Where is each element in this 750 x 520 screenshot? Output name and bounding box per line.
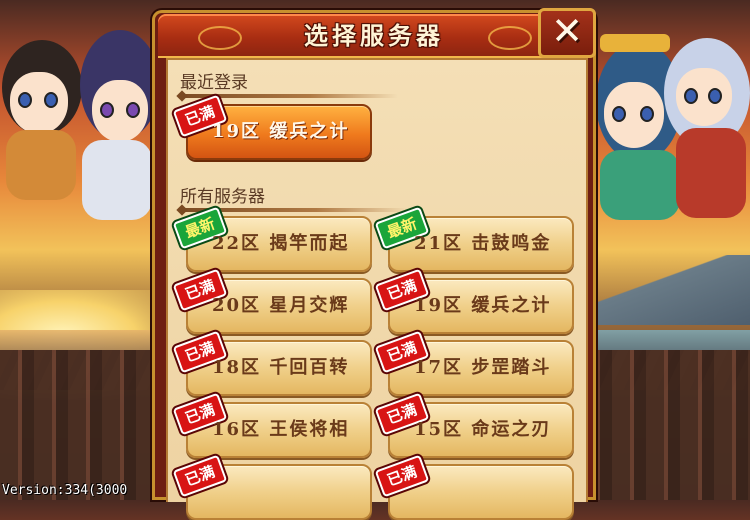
server-button-21[interactable]: 最新 21区 击鼓鸣金 <box>374 206 574 272</box>
server-button-15[interactable]: 已满 15区 命运之刃 <box>374 392 574 458</box>
server-name: 19区 缓兵之计 <box>414 295 552 316</box>
server-name: 19区 缓兵之计 <box>212 121 350 142</box>
recent-server-button[interactable]: 已满 19区 缓兵之计 <box>172 94 372 160</box>
server-button-20[interactable]: 已满 20区 星月交辉 <box>172 268 372 334</box>
server-button-13[interactable]: 已满 <box>374 454 574 520</box>
version-label: Version:334(3000 <box>2 483 128 498</box>
server-name <box>414 466 564 518</box>
server-button-19[interactable]: 已满 19区 缓兵之计 <box>374 268 574 334</box>
close-button[interactable]: ✕ <box>538 8 596 58</box>
dialog-header: 选择服务器 <box>158 14 590 58</box>
mountains <box>580 255 750 325</box>
server-name: 22区 揭竿而起 <box>212 233 350 254</box>
server-button-18[interactable]: 已满 18区 千回百转 <box>172 330 372 396</box>
server-name: 16区 王侯将相 <box>212 419 350 440</box>
server-button-16[interactable]: 已满 16区 王侯将相 <box>172 392 372 458</box>
server-name: 18区 千回百转 <box>212 357 350 378</box>
close-x-icon: ✕ <box>551 9 583 53</box>
server-button-17[interactable]: 已满 17区 步罡踏斗 <box>374 330 574 396</box>
server-name <box>212 466 362 518</box>
server-button-14[interactable]: 已满 <box>172 454 372 520</box>
server-name: 21区 击鼓鸣金 <box>414 233 552 254</box>
dialog-title: 选择服务器 <box>304 21 444 50</box>
server-name: 15区 命运之刃 <box>414 419 552 440</box>
server-button-22[interactable]: 最新 22区 揭竿而起 <box>172 206 372 272</box>
server-name: 20区 星月交辉 <box>212 295 350 316</box>
all-servers-label: 所有服务器 <box>180 187 265 207</box>
recent-login-label: 最近登录 <box>180 73 248 93</box>
dialog-body: 最近登录 已满 19区 缓兵之计 所有服务器 最新 22区 揭竿而起 最新 21… <box>166 58 588 520</box>
server-name: 17区 步罡踏斗 <box>414 357 552 378</box>
